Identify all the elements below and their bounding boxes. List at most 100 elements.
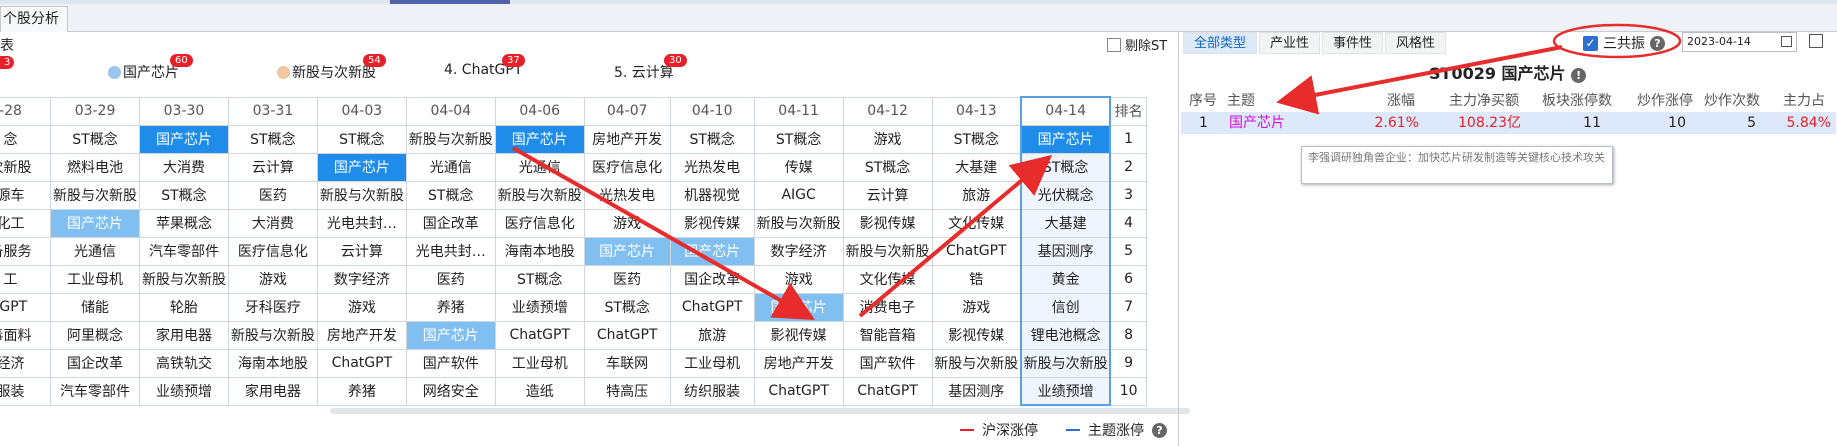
grid-cell[interactable]: 国企改革	[405, 208, 496, 238]
grid-cell[interactable]: 国产芯片	[1020, 124, 1112, 154]
grid-cell[interactable]: 新股与次新股	[50, 180, 140, 210]
grid-cell[interactable]: 房地产开发	[753, 348, 844, 378]
grid-cell[interactable]: 特高压	[583, 376, 671, 406]
grid-cell[interactable]: 国产软件	[842, 348, 933, 378]
grid-cell[interactable]: 医药	[227, 180, 318, 210]
row-topic[interactable]: 国产芯片	[1229, 112, 1285, 134]
grid-cell[interactable]: 业绩预增	[1020, 376, 1112, 406]
topic-4[interactable]: 4. ChatGPT 37	[444, 54, 525, 78]
grid-cell[interactable]: 业绩预增	[494, 292, 585, 322]
grid-cell[interactable]: 储能	[50, 292, 140, 322]
grid-cell[interactable]: 念	[0, 124, 52, 154]
tab-2[interactable]: 事件性	[1322, 32, 1384, 54]
grid-cell[interactable]: 房地产开发	[583, 124, 671, 154]
grid-cell[interactable]: 云计算	[227, 152, 318, 182]
grid-cell[interactable]: ChatGPT	[753, 376, 844, 406]
grid-cell[interactable]: tGPT	[0, 292, 52, 322]
grid-cell[interactable]: ST概念	[669, 124, 755, 154]
grid-cell[interactable]: 业绩预增	[139, 376, 229, 406]
grid-cell[interactable]: 工业母机	[50, 264, 140, 294]
date-header[interactable]: 04-06	[494, 96, 585, 126]
grid-cell[interactable]: 光热发电	[583, 180, 671, 210]
grid-cell[interactable]: 旅游	[931, 180, 1022, 210]
grid-cell[interactable]: ST概念	[50, 124, 140, 154]
grid-cell[interactable]: 造纸	[494, 376, 585, 406]
grid-cell[interactable]: 工	[0, 264, 52, 294]
grid-cell[interactable]: 燃料电池	[50, 152, 140, 182]
grid-cell[interactable]: 文化传媒	[842, 264, 933, 294]
grid-cell[interactable]: ChatGPT	[494, 320, 585, 350]
title-info-icon[interactable]: !	[1571, 68, 1587, 83]
grid-cell[interactable]: ST概念	[227, 124, 318, 154]
grid-cell[interactable]: 大基建	[1020, 208, 1112, 238]
tab-3[interactable]: 风格性	[1385, 32, 1447, 54]
grid-cell[interactable]: 家用电器	[227, 376, 318, 406]
date-header[interactable]: 04-12	[842, 96, 933, 126]
date-header[interactable]: 04-10	[669, 96, 755, 126]
grid-cell[interactable]: 国产芯片	[316, 152, 407, 182]
grid-cell[interactable]: ChatGPT	[842, 376, 933, 406]
grid-cell[interactable]: 大基建	[931, 152, 1022, 182]
grid-cell[interactable]: 工业母机	[669, 348, 755, 378]
grid-cell[interactable]: 光电共封…	[405, 236, 496, 266]
grid-cell[interactable]: 轮胎	[139, 292, 229, 322]
grid-cell[interactable]: 光伏概念	[1020, 180, 1112, 210]
grid-cell[interactable]: 国产芯片	[405, 320, 496, 350]
grid-cell[interactable]: 锂电池概念	[1020, 320, 1112, 350]
grid-cell[interactable]: 国产芯片	[669, 236, 755, 266]
checkmark-icon[interactable]: ✓	[1583, 35, 1598, 51]
date-header[interactable]: -28	[0, 96, 52, 126]
grid-cell[interactable]: 国企改革	[50, 348, 140, 378]
grid-cell[interactable]: 游戏	[842, 124, 933, 154]
grid-cell[interactable]: 文化传媒	[931, 208, 1022, 238]
grid-cell[interactable]: 锆	[931, 264, 1022, 294]
grid-cell[interactable]: 游戏	[931, 292, 1022, 322]
grid-cell[interactable]: ChatGPT	[669, 292, 755, 322]
grid-cell[interactable]: 车联网	[583, 348, 671, 378]
grid-cell[interactable]: 服装	[0, 376, 52, 406]
grid-cell[interactable]: 光通信	[50, 236, 140, 266]
grid-cell[interactable]: 新股与次新股	[227, 320, 318, 350]
grid-cell[interactable]: 黄金	[1020, 264, 1112, 294]
grid-cell[interactable]: 国产芯片	[753, 292, 844, 322]
grid-cell[interactable]: ChatGPT	[583, 320, 671, 350]
topic-1[interactable]: 国产芯片 60	[108, 54, 193, 82]
grid-cell[interactable]: ChatGPT	[316, 348, 407, 378]
grid-cell[interactable]: 海南本地股	[494, 236, 585, 266]
grid-cell[interactable]: 新股与次新股	[1020, 348, 1112, 378]
date-header[interactable]: 04-14	[1020, 96, 1112, 126]
grid-cell[interactable]: ST概念	[405, 180, 496, 210]
tab-0[interactable]: 全部类型	[1183, 32, 1258, 54]
grid-cell[interactable]: 国产芯片	[494, 124, 585, 154]
grid-cell[interactable]: 医疗信息化	[227, 236, 318, 266]
grid-cell[interactable]: 医药	[583, 264, 671, 294]
grid-cell[interactable]: 大消费	[139, 152, 229, 182]
date-picker[interactable]: 2023-04-14	[1682, 32, 1797, 52]
grid-cell[interactable]: 影视传媒	[931, 320, 1022, 350]
grid-cell[interactable]: 云计算	[316, 236, 407, 266]
export-icon[interactable]	[1809, 34, 1823, 48]
date-header[interactable]: 04-07	[583, 96, 671, 126]
grid-cell[interactable]: 阿里概念	[50, 320, 140, 350]
grid-cell[interactable]: 游戏	[227, 264, 318, 294]
grid-cell[interactable]: 高铁轨交	[139, 348, 229, 378]
grid-cell[interactable]: 新股与次新股	[753, 208, 844, 238]
grid-cell[interactable]: ST概念	[753, 124, 844, 154]
sgz-help-icon[interactable]: ?	[1650, 35, 1665, 51]
grid-cell[interactable]: ST概念	[931, 124, 1022, 154]
grid-cell[interactable]: 国产软件	[405, 348, 496, 378]
grid-cell[interactable]: ChatGPT	[931, 236, 1022, 266]
grid-cell[interactable]: 国产芯片	[139, 124, 229, 154]
grid-cell[interactable]: 医疗信息化	[494, 208, 585, 238]
grid-cell[interactable]: 游戏	[753, 264, 844, 294]
tab-stock-analysis[interactable]: 个股分析	[0, 6, 68, 32]
date-header[interactable]: 03-30	[139, 96, 229, 126]
grid-cell[interactable]: 化工	[0, 208, 52, 238]
grid-cell[interactable]: 影视传媒	[842, 208, 933, 238]
grid-cell[interactable]: 新股与次新股	[494, 180, 585, 210]
remove-st-checkbox[interactable]: 剔除ST	[1107, 35, 1167, 54]
grid-cell[interactable]: ST概念	[842, 152, 933, 182]
grid-cell[interactable]: 汽车零部件	[50, 376, 140, 406]
topic-5[interactable]: 5. 云计算 30	[614, 54, 687, 82]
grid-cell[interactable]: 网络安全	[405, 376, 496, 406]
